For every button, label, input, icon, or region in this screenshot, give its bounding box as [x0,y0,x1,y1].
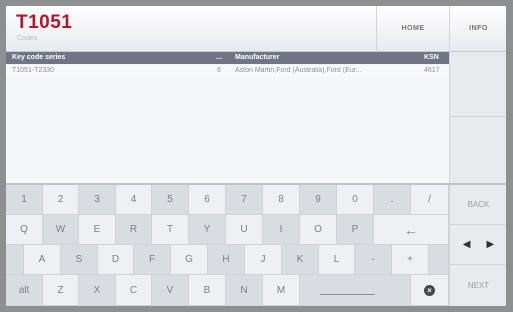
side-panel-divider [450,116,506,117]
key-spacer-left [6,245,24,275]
page-subtitle: Codes [17,35,38,42]
key-m[interactable]: M [263,275,300,306]
home-button[interactable]: HOME [376,6,449,51]
screen: T1051 Codes HOME INFO Key code series ..… [6,6,506,306]
info-button[interactable]: INFO [449,6,506,51]
key-space[interactable] [300,275,411,306]
key-3[interactable]: 3 [79,185,116,215]
column-header-key-code-series[interactable]: Key code series [12,54,65,61]
key-1[interactable]: 1 [6,185,43,215]
right-arrow-icon[interactable]: ▶ [487,239,495,250]
key-x[interactable]: X [79,275,116,306]
key-p[interactable]: P [337,215,374,245]
key-i[interactable]: I [263,215,300,245]
key-c[interactable]: C [116,275,152,306]
left-arrow-icon[interactable]: ◀ [463,239,471,250]
cell-count: 6 [217,67,221,74]
key-u[interactable]: U [226,215,263,245]
key-l[interactable]: L [319,245,355,275]
key-slash[interactable]: / [411,185,449,215]
key-f[interactable]: F [134,245,171,275]
key-s[interactable]: S [61,245,98,275]
cell-key-code-series: T1051-T2330 [12,67,55,74]
key-minus[interactable]: - [355,245,392,275]
column-header-count[interactable]: ... [216,54,222,61]
key-e[interactable]: E [79,215,116,245]
key-spacer-right [429,245,449,275]
key-0[interactable]: 0 [337,185,374,215]
key-q[interactable]: Q [6,215,43,245]
cell-ksn: 4617 [424,67,440,74]
space-bar-line [320,294,375,295]
key-period[interactable]: . [374,185,411,215]
table-row[interactable]: T1051-T2330 6 Aston Martin,Ford (Austral… [6,65,449,77]
navigation-panel: BACK ◀ ▶ NEXT [449,185,506,306]
key-6[interactable]: 6 [189,185,226,215]
key-y[interactable]: Y [189,215,226,245]
key-h[interactable]: H [208,245,245,275]
key-b[interactable]: B [189,275,226,306]
key-5[interactable]: 5 [152,185,189,215]
key-7[interactable]: 7 [226,185,263,215]
key-w[interactable]: W [43,215,79,245]
arrow-buttons: ◀ ▶ [450,225,506,265]
key-n[interactable]: N [226,275,263,306]
key-8[interactable]: 8 [263,185,300,215]
column-header-ksn[interactable]: KSN [424,54,439,61]
table-body [6,78,449,183]
back-button[interactable]: BACK [450,185,506,225]
key-backspace[interactable]: ← [374,215,449,245]
key-d[interactable]: D [98,245,134,275]
key-v[interactable]: V [152,275,189,306]
key-j[interactable]: J [245,245,282,275]
key-2[interactable]: 2 [43,185,79,215]
column-header-manufacturer[interactable]: Manufacturer [235,54,279,61]
on-screen-keyboard: 1 2 3 4 5 6 7 8 9 0 . / Q W E R T Y U I … [6,185,449,306]
key-o[interactable]: O [300,215,337,245]
key-g[interactable]: G [171,245,208,275]
key-4[interactable]: 4 [116,185,152,215]
header: T1051 Codes HOME INFO [6,6,506,52]
key-plus[interactable]: + [392,245,429,275]
key-r[interactable]: R [116,215,152,245]
next-button[interactable]: NEXT [450,265,506,306]
key-alt[interactable]: alt [6,275,43,306]
table-header: Key code series ... Manufacturer KSN [6,52,449,64]
key-9[interactable]: 9 [300,185,337,215]
key-k[interactable]: K [282,245,319,275]
cell-manufacturer: Aston Martin,Ford (Australia),Ford (Eur.… [235,67,362,74]
key-z[interactable]: Z [43,275,79,306]
key-t[interactable]: T [152,215,189,245]
key-clear[interactable]: × [411,275,449,306]
clear-icon: × [424,284,435,296]
side-panel [449,52,506,183]
page-title: T1051 [16,12,73,33]
key-a[interactable]: A [24,245,61,275]
